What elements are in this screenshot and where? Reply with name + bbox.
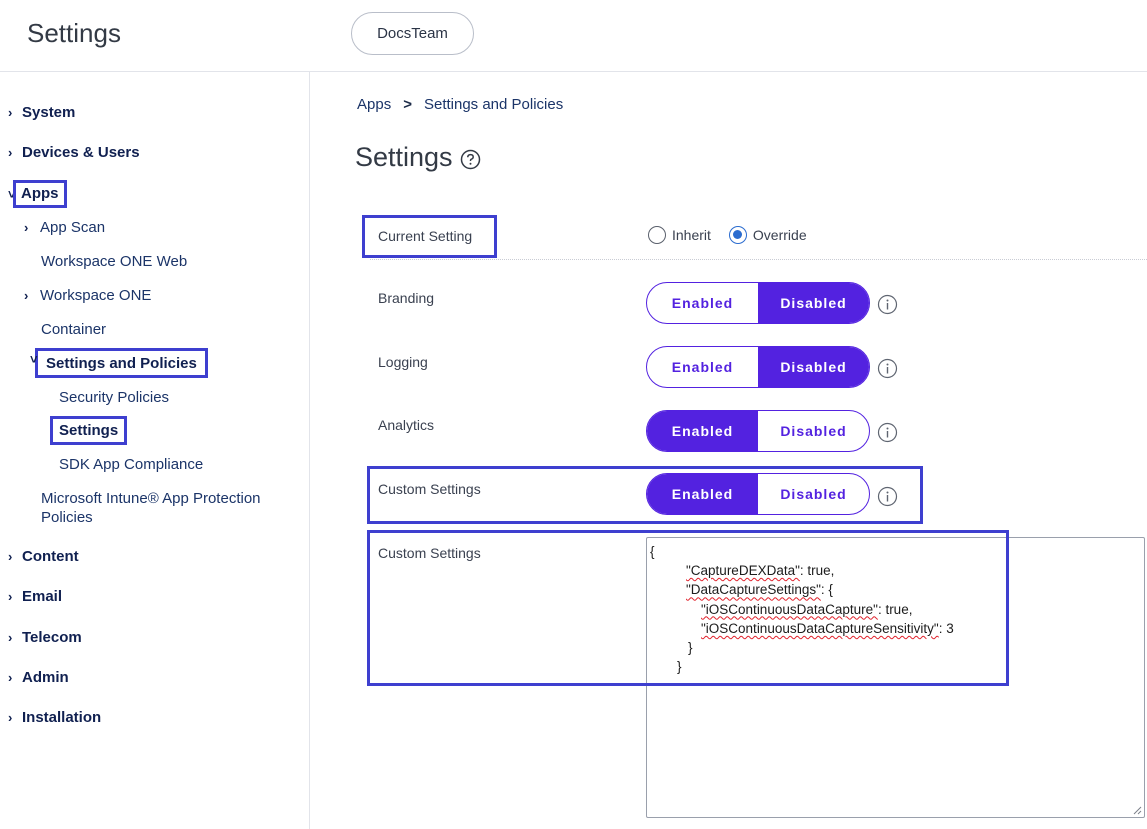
info-icon[interactable] xyxy=(877,358,898,379)
sidebar-item-workspace-one-web[interactable]: Workspace ONE Web xyxy=(41,253,187,270)
chevron-down-icon: ˅ xyxy=(30,351,38,367)
info-icon[interactable] xyxy=(877,422,898,443)
sidebar-item-label: App Scan xyxy=(40,219,106,236)
inherit-radio[interactable]: Inherit xyxy=(648,226,711,244)
resize-grip-icon[interactable] xyxy=(1132,805,1142,815)
sidebar-item-label: Workspace ONE Web xyxy=(41,253,188,270)
analytics-disabled-option[interactable]: Disabled xyxy=(758,411,869,451)
radio-label: Inherit xyxy=(672,227,711,243)
sidebar-item-label: Container xyxy=(41,321,107,338)
custom-settings-field-highlight xyxy=(367,530,1009,686)
sidebar-item-label: Workspace ONE xyxy=(40,287,152,304)
sidebar-item-label: Telecom xyxy=(22,629,82,646)
app-header: Settings DocsTeam xyxy=(0,0,1147,72)
sidebar-item-devices-users[interactable]: › Devices & Users xyxy=(8,144,140,161)
custom-settings-disabled-option[interactable]: Disabled xyxy=(758,474,869,514)
chevron-right-icon: › xyxy=(8,145,13,160)
chevron-right-icon: › xyxy=(8,630,13,645)
sidebar-item-label: Settings xyxy=(59,422,119,439)
chevron-right-icon: > xyxy=(403,96,412,113)
custom-settings-enabled-option[interactable]: Enabled xyxy=(647,474,758,514)
sidebar-item-apps[interactable]: ˅ Apps xyxy=(8,180,67,208)
help-icon[interactable] xyxy=(460,149,481,170)
sidebar-item-label: SDK App Compliance xyxy=(59,456,204,473)
logging-disabled-option[interactable]: Disabled xyxy=(758,347,869,387)
branding-enabled-option[interactable]: Enabled xyxy=(647,283,758,323)
sidebar-item-content[interactable]: › Content xyxy=(8,548,79,565)
page-title: Settings xyxy=(355,142,453,172)
branding-disabled-option[interactable]: Disabled xyxy=(758,283,869,323)
logging-enabled-option[interactable]: Enabled xyxy=(647,347,758,387)
branding-toggle[interactable]: Enabled Disabled xyxy=(646,282,870,324)
analytics-label: Analytics xyxy=(378,417,435,433)
chevron-right-icon: › xyxy=(24,288,29,303)
sidebar-item-settings-and-policies[interactable]: ˅ Settings and Policies xyxy=(30,348,208,378)
radio-label: Override xyxy=(752,227,807,243)
custom-settings-toggle-label: Custom Settings xyxy=(378,481,481,497)
sidebar-item-system[interactable]: › System xyxy=(8,104,75,121)
breadcrumb-current[interactable]: Settings and Policies xyxy=(424,96,563,113)
analytics-enabled-option[interactable]: Enabled xyxy=(647,411,758,451)
sidebar-item-label: System xyxy=(22,104,76,121)
override-radio[interactable]: Override xyxy=(728,226,807,244)
chevron-right-icon: › xyxy=(8,105,13,120)
radio-checked-icon xyxy=(728,226,747,244)
sidebar-item-app-scan[interactable]: › App Scan xyxy=(24,219,105,236)
sidebar-item-label: Settings and Policies xyxy=(46,354,197,372)
info-icon[interactable] xyxy=(877,294,898,315)
sidebar-item-intune-app-protection[interactable]: Microsoft Intune® App Protection Policie… xyxy=(41,489,261,527)
sidebar-item-label: Installation xyxy=(22,709,102,726)
radio-unchecked-icon xyxy=(648,226,666,244)
chevron-right-icon: › xyxy=(8,670,13,685)
sidebar-item-label: Email xyxy=(22,588,63,605)
chevron-right-icon: › xyxy=(24,220,29,235)
logging-toggle[interactable]: Enabled Disabled xyxy=(646,346,870,388)
sidebar-nav: › System › Devices & Users ˅ Apps › App … xyxy=(0,72,310,829)
custom-settings-toggle[interactable]: Enabled Disabled xyxy=(646,473,870,515)
chevron-right-icon: › xyxy=(8,549,13,564)
org-selector-button[interactable]: DocsTeam xyxy=(351,12,474,55)
logging-label: Logging xyxy=(378,354,428,370)
analytics-toggle[interactable]: Enabled Disabled xyxy=(646,410,870,452)
current-setting-radio-group: Inherit Override xyxy=(648,226,807,244)
chevron-right-icon: › xyxy=(8,710,13,725)
chevron-right-icon: › xyxy=(8,589,13,604)
sidebar-item-security-policies[interactable]: Security Policies xyxy=(59,389,169,406)
chevron-down-icon: ˅ xyxy=(8,186,16,202)
sidebar-item-container[interactable]: Container xyxy=(41,321,106,338)
sidebar-item-sdk-app-compliance[interactable]: SDK App Compliance xyxy=(59,456,203,473)
app-title: Settings xyxy=(27,18,121,48)
sidebar-item-label: Security Policies xyxy=(59,389,170,406)
sidebar-item-telecom[interactable]: › Telecom xyxy=(8,629,82,646)
sidebar-item-settings[interactable]: Settings xyxy=(50,416,128,445)
breadcrumb-link-apps[interactable]: Apps xyxy=(357,96,391,113)
sidebar-item-label: Apps xyxy=(13,180,67,208)
current-setting-label: Current Setting xyxy=(378,228,473,244)
sidebar-item-label: Policies xyxy=(41,509,93,526)
sidebar-item-label: Admin xyxy=(22,669,69,686)
sidebar-item-label: Microsoft Intune® App Protection xyxy=(41,490,261,507)
sidebar-item-installation[interactable]: › Installation xyxy=(8,709,101,726)
branding-label: Branding xyxy=(378,290,435,306)
sidebar-item-workspace-one[interactable]: › Workspace ONE xyxy=(24,287,151,304)
sidebar-item-email[interactable]: › Email xyxy=(8,588,62,605)
sidebar-item-label: Content xyxy=(22,548,79,565)
breadcrumb: Apps > Settings and Policies xyxy=(357,96,563,113)
info-icon[interactable] xyxy=(877,486,898,507)
section-divider xyxy=(370,259,1147,260)
sidebar-item-label: Devices & Users xyxy=(22,144,140,161)
sidebar-item-admin[interactable]: › Admin xyxy=(8,669,69,686)
